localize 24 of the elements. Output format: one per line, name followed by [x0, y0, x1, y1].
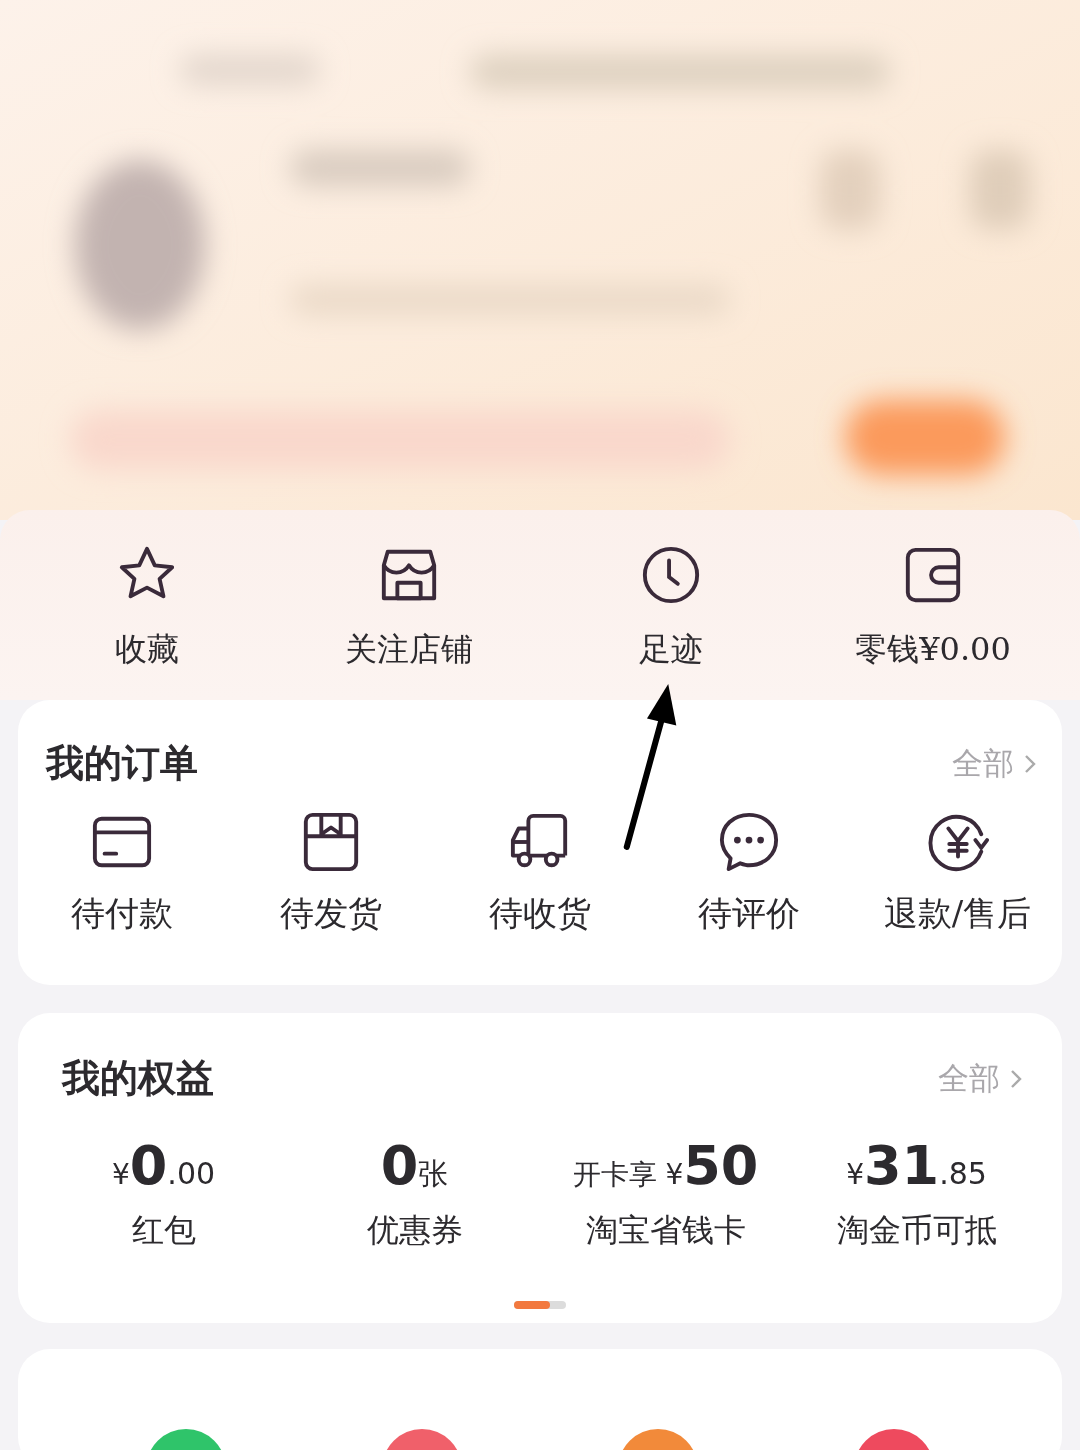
- benefit-label[interactable]: 优惠券: [366, 1209, 463, 1253]
- benefit-label[interactable]: 淘宝省钱卡: [585, 1209, 746, 1253]
- benefit-value: 0张: [380, 1134, 449, 1197]
- shortcut-label[interactable]: 收藏: [115, 628, 179, 672]
- order-status-label[interactable]: 退款/售后: [883, 891, 1032, 937]
- order-status-label[interactable]: 待收货: [489, 891, 591, 937]
- benefit-label[interactable]: 红包: [131, 1209, 196, 1253]
- order-status-label[interactable]: 待发货: [280, 891, 383, 937]
- shortcut-label[interactable]: 足迹: [639, 628, 703, 672]
- section-title: 我的订单: [46, 739, 198, 787]
- shortcut-label[interactable]: 关注店铺: [345, 628, 473, 672]
- section-title: 我的权益: [62, 1054, 214, 1102]
- clock-icon: [640, 544, 702, 606]
- chevron-icon[interactable]: [1024, 753, 1036, 774]
- chat-icon: [717, 811, 780, 873]
- benefit-value: ¥31.85: [846, 1134, 987, 1197]
- benefit-label[interactable]: 淘金币可抵: [836, 1209, 997, 1253]
- benefit-value: ¥0.00: [111, 1134, 216, 1197]
- shortcut-label[interactable]: 零钱¥0.00: [855, 628, 1011, 672]
- chevron-icon[interactable]: [1010, 1068, 1022, 1089]
- benefit-value: 开卡享 ¥50: [572, 1134, 759, 1197]
- order-status-label[interactable]: 待评价: [697, 891, 800, 937]
- page-indicator: [514, 1301, 566, 1309]
- order-status-label[interactable]: 待付款: [71, 891, 174, 937]
